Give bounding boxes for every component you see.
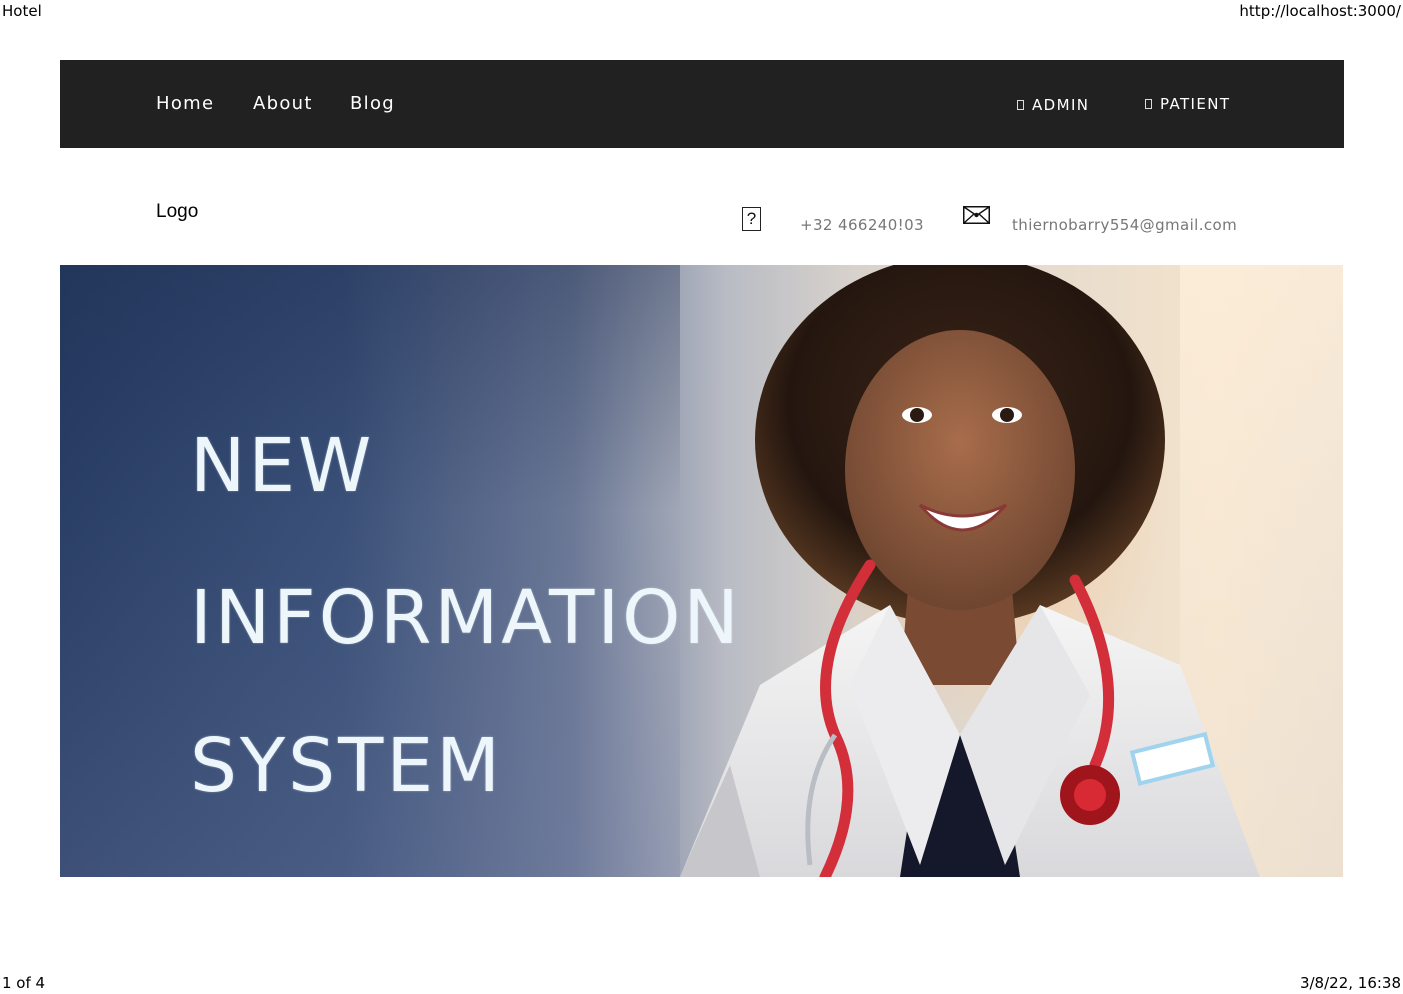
doctor-photo <box>680 265 1260 877</box>
patient-label: PATIENT <box>1160 95 1231 113</box>
print-datetime: 3/8/22, 16:38 <box>1299 974 1401 992</box>
print-url: http://localhost:3000/ <box>1239 2 1401 20</box>
hero-title-line-3: SYSTEM <box>190 723 503 809</box>
print-title: Hotel <box>2 2 42 20</box>
print-page-info: 1 of 4 <box>2 974 46 992</box>
email-address: thiernobarry554@gmail.com <box>1012 216 1238 234</box>
top-navbar: Home About Blog ADMIN PATIENT <box>60 60 1344 148</box>
patient-button[interactable]: PATIENT <box>1145 95 1230 113</box>
nav-about-link[interactable]: About <box>253 93 313 114</box>
phone-number: +32 466240!03 <box>800 216 924 234</box>
admin-icon <box>1017 100 1024 110</box>
hero-title-line-1: NEW <box>190 423 375 509</box>
hero-title-line-2: INFORMATION <box>190 575 742 661</box>
phone-icon: ? <box>742 207 761 231</box>
admin-button[interactable]: ADMIN <box>1017 96 1089 114</box>
site-logo[interactable]: Logo <box>156 201 198 223</box>
mail-icon <box>963 206 990 224</box>
print-header: Hotel http://localhost:3000/ <box>0 2 1403 22</box>
print-footer: 1 of 4 3/8/22, 16:38 <box>0 974 1403 994</box>
nav-blog-link[interactable]: Blog <box>350 93 395 114</box>
nav-home-link[interactable]: Home <box>156 93 214 114</box>
patient-icon <box>1145 99 1152 109</box>
hero-banner: NEW INFORMATION SYSTEM <box>60 265 1343 877</box>
admin-label: ADMIN <box>1032 96 1090 114</box>
